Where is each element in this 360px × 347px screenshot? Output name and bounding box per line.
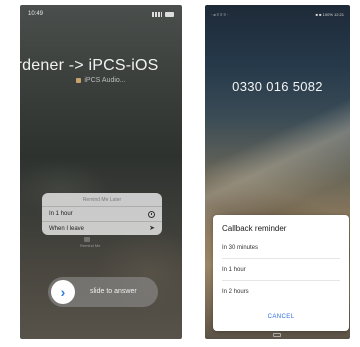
status-left-icons: · ʀ ≡ ≡ ≡ · [211, 11, 229, 17]
divider [222, 280, 340, 281]
remind-option-when-leave[interactable]: When I leave ➤ [42, 221, 162, 235]
divider [222, 258, 340, 259]
remind-option-1-hour[interactable]: In 1 hour [42, 207, 162, 221]
status-time: 10:49 [28, 11, 44, 17]
caller-name: ırdener -> iPCS-iOS [20, 57, 159, 74]
remind-menu-title: Remind Me Later [42, 193, 162, 207]
app-icon [76, 78, 82, 83]
slide-to-answer-slider[interactable]: › slide to answer [48, 277, 158, 307]
dialog-title: Callback reminder [222, 224, 287, 233]
caller-phone-number: 0330 016 5082 [232, 79, 323, 94]
battery-icon [165, 11, 174, 17]
cancel-button[interactable]: CANCEL [213, 314, 349, 320]
status-bar: 10:49 [20, 8, 182, 20]
clock-icon [148, 210, 155, 218]
remind-me-icon[interactable] [84, 237, 90, 242]
slider-label: slide to answer [90, 288, 137, 295]
ios-call-screen: 10:49 ırdener -> iPCS-iOS iPCS Audio... … [20, 5, 182, 339]
nav-bar-handle[interactable] [273, 333, 281, 337]
remind-me-button-label: Remind Me [80, 243, 101, 248]
callback-option-2-hours[interactable]: In 2 hours [222, 289, 249, 295]
remind-option-label: When I leave [49, 225, 85, 232]
status-icons [152, 11, 174, 17]
caller-subtitle-text: iPCS Audio... [84, 77, 126, 84]
remind-me-menu: Remind Me Later In 1 hour When I leave ➤ [42, 193, 162, 235]
location-arrow-icon: ➤ [149, 225, 155, 232]
callback-option-1-hour[interactable]: In 1 hour [222, 267, 246, 273]
chevron-right-icon: › [60, 284, 66, 300]
remind-option-label: In 1 hour [49, 211, 73, 217]
slider-knob[interactable]: › [51, 280, 75, 304]
status-bar: · ʀ ≡ ≡ ≡ · ■ ■ 100% 12:21 [205, 8, 350, 20]
signal-icon [152, 11, 162, 17]
status-right-info: ■ ■ 100% 12:21 [315, 11, 344, 17]
android-call-screen: · ʀ ≡ ≡ ≡ · ■ ■ 100% 12:21 0330 016 5082… [205, 5, 350, 339]
callback-option-30-min[interactable]: In 30 minutes [222, 245, 258, 251]
callback-reminder-dialog: Callback reminder In 30 minutes In 1 hou… [213, 215, 349, 331]
caller-subtitle: iPCS Audio... [20, 77, 182, 84]
